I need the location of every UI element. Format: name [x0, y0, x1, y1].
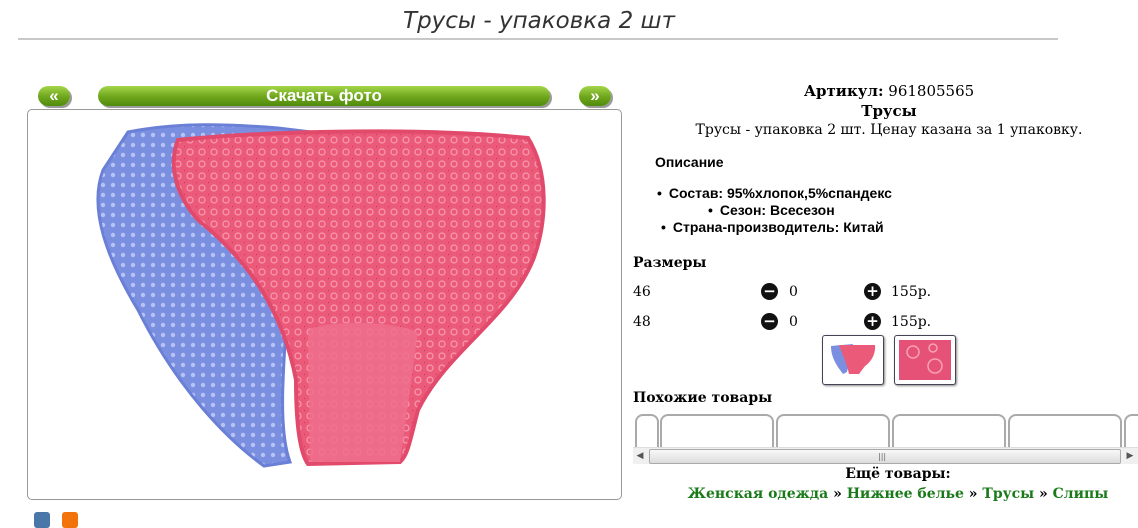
- sizes-heading: Размеры: [633, 255, 707, 271]
- photo-thumbnail-1[interactable]: [822, 335, 884, 385]
- more-products-heading: Ещё товары:: [845, 466, 951, 482]
- title-divider: [18, 38, 1058, 40]
- share-ok-icon[interactable]: [62, 512, 78, 528]
- breadcrumb-separator: »: [1039, 486, 1048, 502]
- feature-item: Сезон: Всесезон: [708, 202, 835, 218]
- article-value: 961805565: [888, 82, 975, 100]
- product-name: Трусы: [861, 102, 917, 120]
- size-label: 46: [633, 284, 651, 300]
- breadcrumb-link-womens-clothing[interactable]: Женская одежда: [688, 486, 829, 502]
- similar-product-card[interactable]: [660, 414, 774, 448]
- feature-item: Состав: 95%хлопок,5%спандекс: [657, 185, 892, 201]
- product-photo[interactable]: [27, 109, 622, 500]
- prev-photo-button[interactable]: «: [38, 86, 70, 106]
- breadcrumb-separator: »: [833, 486, 842, 502]
- breadcrumb-link-underwear[interactable]: Нижнее белье: [847, 486, 964, 502]
- next-photo-button[interactable]: »: [579, 86, 611, 106]
- scrollbar-thumb[interactable]: |||: [649, 449, 1121, 464]
- share-vk-icon[interactable]: [34, 512, 50, 528]
- scroll-left-icon[interactable]: ◀: [633, 448, 647, 464]
- horizontal-scrollbar[interactable]: ◀ ||| ▶: [633, 447, 1138, 464]
- grip-icon: |||: [878, 452, 887, 461]
- article-label: Артикул:: [803, 82, 884, 100]
- breadcrumb-link-panties[interactable]: Трусы: [982, 486, 1034, 502]
- breadcrumb-link-briefs[interactable]: Слипы: [1053, 486, 1109, 502]
- description-heading: Описание: [655, 154, 724, 170]
- similar-product-card[interactable]: [1124, 414, 1138, 448]
- feature-item: Страна-производитель: Китай: [661, 219, 884, 235]
- size-row: 48 − 0 + 155р.: [633, 312, 1138, 334]
- page-title: Трусы - упаковка 2 шт: [403, 8, 675, 34]
- price-value: 155р.: [891, 314, 932, 330]
- similar-products-strip: [633, 412, 1138, 448]
- quantity-value: 0: [789, 314, 798, 330]
- size-label: 48: [633, 314, 651, 330]
- article-line: Артикул: 961805565: [633, 82, 1138, 100]
- quantity-value: 0: [789, 284, 798, 300]
- breadcrumb-separator: »: [968, 486, 978, 502]
- increase-quantity-button[interactable]: +: [864, 283, 881, 300]
- scroll-right-icon[interactable]: ▶: [1123, 448, 1137, 464]
- similar-product-card[interactable]: [892, 414, 1006, 448]
- product-description: Трусы - упаковка 2 шт. Ценау казана за 1…: [695, 122, 1083, 138]
- decrease-quantity-button[interactable]: −: [761, 283, 778, 300]
- similar-product-card[interactable]: [1008, 414, 1122, 448]
- breadcrumb: Женская одежда » Нижнее белье » Трусы » …: [633, 486, 1138, 502]
- photo-thumbnail-2[interactable]: [894, 335, 956, 385]
- thumbnail-image: [831, 344, 876, 374]
- similar-product-card[interactable]: [776, 414, 890, 448]
- size-row: 46 − 0 + 155р.: [633, 282, 1138, 304]
- similar-products-heading: Похожие товары: [633, 390, 773, 406]
- similar-product-card[interactable]: [635, 414, 659, 448]
- thumbnail-image: [899, 340, 951, 380]
- download-photo-button[interactable]: Скачать фото: [98, 86, 550, 106]
- panties-photo-image: [96, 123, 546, 468]
- decrease-quantity-button[interactable]: −: [761, 313, 778, 330]
- increase-quantity-button[interactable]: +: [864, 313, 881, 330]
- price-value: 155р.: [891, 284, 932, 300]
